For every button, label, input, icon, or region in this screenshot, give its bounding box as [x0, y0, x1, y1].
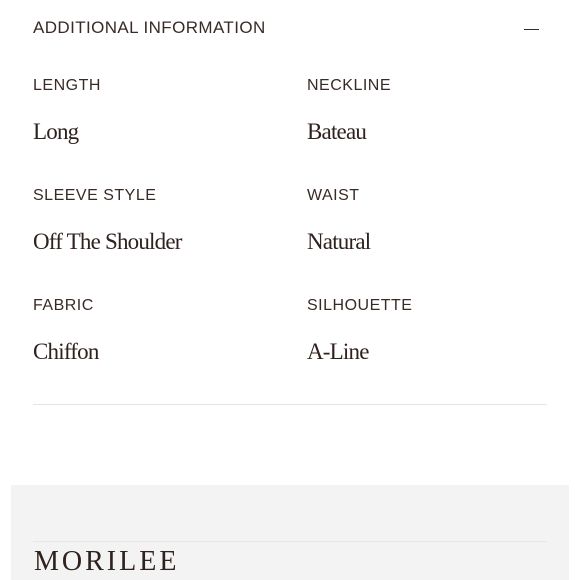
attribute-value: Natural — [307, 229, 371, 254]
attribute-value: Long — [33, 119, 79, 144]
footer: MORILEE — [11, 485, 569, 580]
attribute-value: A-Line — [307, 339, 369, 364]
attribute-label: FABRIC — [33, 297, 94, 314]
attribute-fabric: FABRIC Chiffon — [33, 296, 273, 365]
attribute-label: SLEEVE STYLE — [33, 187, 157, 204]
attribute-label: SILHOUETTE — [307, 297, 413, 314]
attribute-sleeve-style: SLEEVE STYLE Off The Shoulder — [33, 186, 273, 255]
attribute-silhouette: SILHOUETTE A-Line — [307, 296, 547, 365]
section-title: ADDITIONAL INFORMATION — [33, 18, 266, 37]
attribute-value: Off The Shoulder — [33, 229, 182, 254]
attribute-label: WAIST — [307, 187, 360, 204]
attribute-value: Chiffon — [33, 339, 99, 364]
minus-icon[interactable] — [524, 22, 542, 36]
attribute-label: LENGTH — [33, 77, 101, 94]
additional-information-header[interactable]: ADDITIONAL INFORMATION — [33, 16, 545, 42]
brand-logo[interactable]: MORILEE — [34, 546, 179, 578]
section-divider — [33, 404, 547, 405]
attribute-length: LENGTH Long — [33, 76, 273, 145]
attribute-neckline: NECKLINE Bateau — [307, 76, 547, 145]
attribute-value: Bateau — [307, 119, 367, 144]
attribute-waist: WAIST Natural — [307, 186, 547, 255]
footer-divider — [33, 541, 547, 542]
attribute-label: NECKLINE — [307, 77, 392, 94]
